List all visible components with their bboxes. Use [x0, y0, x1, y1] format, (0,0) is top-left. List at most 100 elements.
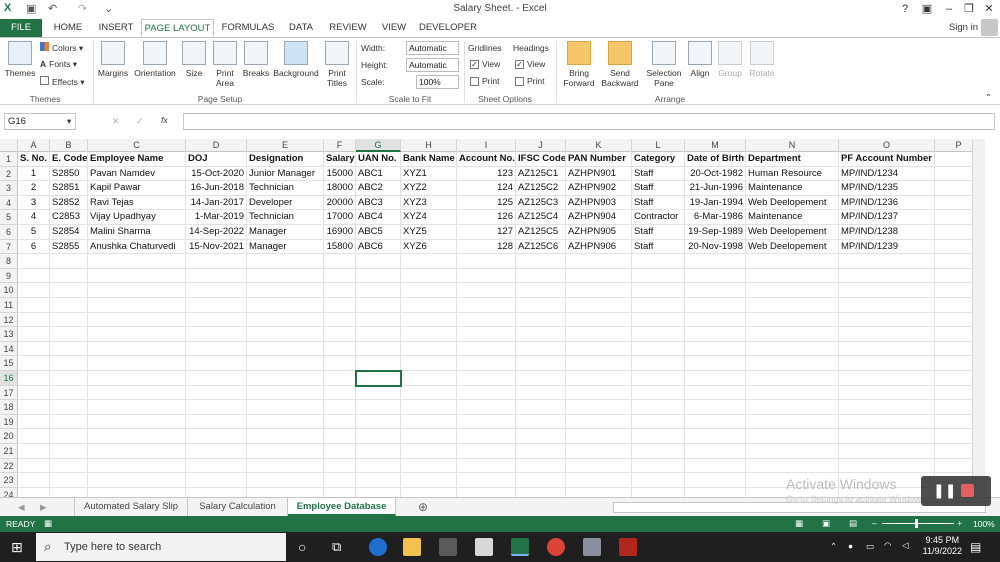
row-header-3[interactable]: 3: [0, 181, 18, 196]
table-cell[interactable]: 14-Jan-2017: [186, 195, 247, 211]
column-header-a[interactable]: A: [18, 139, 50, 152]
table-cell[interactable]: [516, 356, 566, 371]
table-cell[interactable]: [685, 371, 746, 386]
table-cell[interactable]: [88, 444, 186, 459]
table-cell[interactable]: [88, 487, 186, 497]
table-header-cell[interactable]: PAN Number: [566, 152, 632, 167]
table-cell[interactable]: ABC1: [356, 166, 401, 182]
table-cell[interactable]: 127: [457, 225, 516, 240]
sheet-tab-automated-salary-slip[interactable]: Automated Salary Slip: [74, 498, 188, 516]
table-cell[interactable]: [839, 312, 935, 328]
table-header-cell[interactable]: Employee Name: [88, 152, 186, 167]
table-cell[interactable]: 19-Jan-1994: [685, 195, 746, 211]
table-cell[interactable]: AZ125C3: [516, 195, 566, 211]
table-cell[interactable]: 14-Sep-2022: [186, 225, 247, 240]
table-cell[interactable]: [516, 268, 566, 284]
rotate-button[interactable]: Rotate: [747, 41, 777, 78]
table-cell[interactable]: MP/IND/1234: [839, 166, 935, 182]
table-cell[interactable]: [685, 327, 746, 342]
table-cell[interactable]: 126: [457, 210, 516, 225]
table-cell[interactable]: [401, 327, 457, 342]
table-cell[interactable]: [50, 327, 88, 342]
table-cell[interactable]: [746, 327, 839, 342]
table-cell[interactable]: [839, 341, 935, 357]
table-cell[interactable]: [186, 473, 247, 488]
table-cell[interactable]: [457, 487, 516, 497]
table-cell[interactable]: [88, 458, 186, 474]
table-cell[interactable]: [186, 385, 247, 401]
column-header-i[interactable]: I: [457, 139, 516, 152]
table-cell[interactable]: [401, 341, 457, 357]
row-header-11[interactable]: 11: [0, 298, 18, 313]
select-all-corner[interactable]: [0, 139, 18, 152]
table-cell[interactable]: XYZ1: [401, 166, 457, 182]
table-cell[interactable]: 20-Oct-1982: [685, 166, 746, 182]
table-cell[interactable]: [356, 312, 401, 328]
table-cell[interactable]: [324, 385, 356, 401]
table-cell[interactable]: [746, 268, 839, 284]
table-cell[interactable]: [186, 371, 247, 386]
table-cell[interactable]: [839, 268, 935, 284]
table-cell[interactable]: [324, 341, 356, 357]
table-cell[interactable]: [566, 327, 632, 342]
table-cell[interactable]: ABC2: [356, 181, 401, 196]
height-dropdown[interactable]: Automatic: [406, 58, 459, 72]
table-cell[interactable]: [632, 487, 685, 497]
table-cell[interactable]: [685, 356, 746, 371]
cancel-icon[interactable]: ✕: [112, 116, 119, 127]
table-cell[interactable]: [50, 371, 88, 386]
table-cell[interactable]: [685, 458, 746, 474]
table-cell[interactable]: 19-Sep-1989: [685, 225, 746, 240]
table-cell[interactable]: [186, 254, 247, 269]
table-cell[interactable]: 124: [457, 181, 516, 196]
table-cell[interactable]: [186, 283, 247, 298]
table-cell[interactable]: [247, 341, 324, 357]
sign-in-link[interactable]: Sign in: [949, 22, 978, 33]
table-cell[interactable]: [632, 254, 685, 269]
table-cell[interactable]: Web Deelopement: [746, 239, 839, 255]
table-cell[interactable]: [516, 429, 566, 444]
table-cell[interactable]: [401, 283, 457, 298]
table-cell[interactable]: [186, 487, 247, 497]
table-cell[interactable]: [186, 444, 247, 459]
row-header-2[interactable]: 2: [0, 166, 18, 182]
table-cell[interactable]: [18, 473, 50, 488]
themes-button[interactable]: Themes: [4, 41, 36, 78]
table-cell[interactable]: [50, 341, 88, 357]
table-cell[interactable]: [88, 385, 186, 401]
table-cell[interactable]: 6-Mar-1986: [685, 210, 746, 225]
table-cell[interactable]: [685, 341, 746, 357]
print-area-button[interactable]: Print Area: [209, 41, 241, 88]
table-cell[interactable]: [356, 473, 401, 488]
table-cell[interactable]: [457, 458, 516, 474]
table-cell[interactable]: Human Resource: [746, 166, 839, 182]
zoom-slider-thumb[interactable]: [915, 519, 918, 528]
table-cell[interactable]: [566, 283, 632, 298]
table-cell[interactable]: [839, 458, 935, 474]
insert-function-icon[interactable]: fx: [161, 115, 168, 125]
table-cell[interactable]: [566, 414, 632, 430]
table-header-cell[interactable]: Salary: [324, 152, 356, 167]
table-cell[interactable]: AZHPN902: [566, 181, 632, 196]
table-cell[interactable]: [516, 298, 566, 313]
table-cell[interactable]: [632, 283, 685, 298]
table-cell[interactable]: [88, 312, 186, 328]
table-cell[interactable]: XYZ6: [401, 239, 457, 255]
notifications-icon[interactable]: ▤: [970, 540, 981, 554]
table-cell[interactable]: [186, 312, 247, 328]
table-cell[interactable]: [18, 341, 50, 357]
gridlines-view-checkbox[interactable]: ✓ View: [470, 59, 500, 70]
table-cell[interactable]: [186, 327, 247, 342]
enter-icon[interactable]: ✓: [136, 116, 143, 127]
table-cell[interactable]: [324, 473, 356, 488]
collapse-ribbon-icon[interactable]: ⌃: [985, 92, 992, 103]
table-cell[interactable]: [457, 385, 516, 401]
prev-sheet-icon[interactable]: ◀: [18, 502, 25, 513]
orientation-button[interactable]: Orientation: [131, 41, 179, 78]
name-box[interactable]: G16: [4, 113, 76, 130]
table-cell[interactable]: Malini Sharma: [88, 225, 186, 240]
tab-file[interactable]: FILE: [0, 19, 42, 37]
table-cell[interactable]: [88, 341, 186, 357]
selection-pane-button[interactable]: Selection Pane: [645, 41, 683, 88]
table-cell[interactable]: [746, 341, 839, 357]
